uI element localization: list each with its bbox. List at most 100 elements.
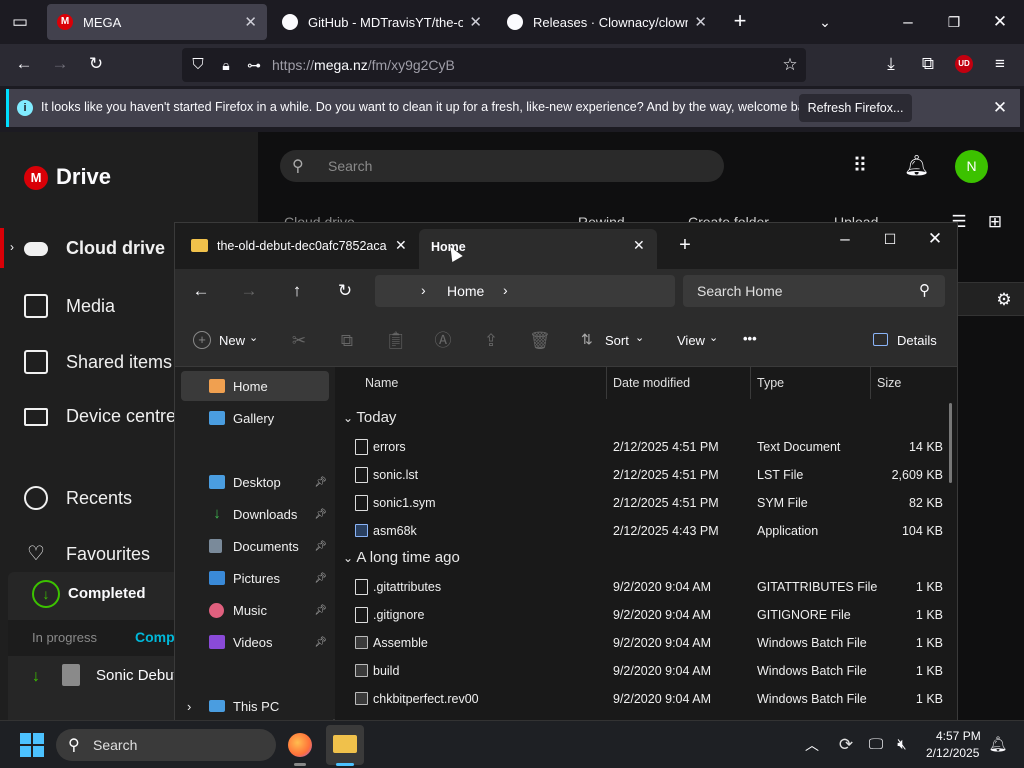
- chevron-down-icon[interactable]: ⌄: [343, 411, 356, 425]
- bookmark-star-icon[interactable]: ☆: [780, 55, 800, 75]
- nav-item-downloads[interactable]: ↓ Downloads 📌︎: [181, 499, 329, 529]
- new-button[interactable]: + New ⌄: [193, 331, 259, 353]
- notifications-bell-icon[interactable]: 🔔︎: [904, 156, 929, 176]
- reload-icon[interactable]: ↻: [86, 54, 106, 74]
- file-row[interactable]: errors 2/12/2025 4:51 PM Text Document 14 K…: [335, 433, 957, 461]
- file-row[interactable]: Assemble 9/2/2020 9:04 AM Windows Batch Fi…: [335, 629, 957, 657]
- browser-tab-mega[interactable]: M MEGA ✕: [47, 4, 267, 40]
- extensions-icon[interactable]: ⧉: [918, 54, 938, 74]
- nav-item-music[interactable]: Music 📌︎: [181, 595, 329, 625]
- column-settings-icon[interactable]: ⚙: [994, 290, 1014, 310]
- nav-item-pictures[interactable]: Pictures 📌︎: [181, 563, 329, 593]
- nav-item-home[interactable]: Home: [181, 371, 329, 401]
- mega-search-input[interactable]: ⚲ Search: [280, 150, 724, 182]
- sidebar-item-cloud-drive[interactable]: Cloud drive: [24, 238, 165, 259]
- tab-in-progress[interactable]: In progress: [32, 630, 97, 645]
- grid-view-icon[interactable]: ⊞: [984, 212, 1006, 232]
- nav-item-gallery[interactable]: Gallery: [181, 403, 329, 433]
- tab-completed[interactable]: Comp: [135, 629, 175, 645]
- explorer-tab-folder[interactable]: the-old-debut-dec0afc7852aca ✕: [187, 231, 415, 263]
- shield-icon[interactable]: ⛉: [188, 55, 208, 75]
- back-icon[interactable]: ←: [191, 281, 211, 301]
- group-header[interactable]: ⌄ A long time ago: [343, 549, 460, 566]
- file-row[interactable]: asm68k 2/12/2025 4:43 PM Application 104 KB: [335, 517, 957, 545]
- list-tabs-icon[interactable]: ⌄: [815, 12, 835, 32]
- close-tab-icon[interactable]: ✕: [469, 13, 482, 31]
- close-tab-icon[interactable]: ✕: [633, 237, 645, 254]
- sort-button[interactable]: ⇅ Sort ⌄: [581, 331, 647, 353]
- url-bar[interactable]: ⛉ 🔒︎ ⊶ https://mega.nz/fm/xy9g2CyB ☆: [182, 48, 806, 82]
- column-header-type[interactable]: Type: [749, 367, 871, 399]
- details-button[interactable]: Details: [873, 331, 939, 353]
- more-options-button[interactable]: •••: [743, 331, 757, 346]
- forward-icon[interactable]: →: [50, 54, 70, 74]
- pin-icon[interactable]: 📌︎: [314, 541, 327, 552]
- copy-icon[interactable]: ⧉: [337, 331, 357, 351]
- file-row[interactable]: sonic1.sym 2/12/2025 4:51 PM SYM File 82 KB: [335, 489, 957, 517]
- column-header-name[interactable]: Name: [357, 367, 607, 399]
- forward-icon[interactable]: →: [239, 281, 259, 301]
- nav-item-documents[interactable]: Documents 📌︎: [181, 531, 329, 561]
- permissions-icon[interactable]: ⊶: [244, 55, 264, 75]
- firefox-view-icon[interactable]: ▭: [10, 12, 30, 32]
- file-explorer-taskbar-icon[interactable]: [326, 725, 364, 765]
- refresh-icon[interactable]: ↻: [335, 281, 355, 301]
- new-tab-icon[interactable]: +: [730, 10, 750, 32]
- volume-muted-icon[interactable]: 🔇︎: [892, 735, 912, 755]
- firefox-taskbar-icon[interactable]: [288, 733, 312, 757]
- maximize-icon[interactable]: ❐: [944, 12, 964, 32]
- file-row[interactable]: .gitattributes 9/2/2020 9:04 AM GITATTRIBU…: [335, 573, 957, 601]
- maximize-icon[interactable]: ☐: [880, 229, 900, 249]
- chevron-down-icon[interactable]: ⌄: [343, 551, 356, 565]
- lock-icon[interactable]: 🔒︎: [216, 55, 236, 75]
- profile-extension-badge[interactable]: UD: [955, 55, 973, 73]
- nav-item-videos[interactable]: Videos 📌︎: [181, 627, 329, 657]
- sync-icon[interactable]: ⟳: [836, 735, 856, 755]
- start-windows-icon[interactable]: [20, 733, 44, 757]
- sidebar-item-media[interactable]: Media: [24, 294, 115, 318]
- explorer-search-input[interactable]: Search Home ⚲: [683, 275, 945, 307]
- minimize-icon[interactable]: –: [898, 12, 918, 32]
- pin-icon[interactable]: 📌︎: [314, 477, 327, 488]
- new-tab-icon[interactable]: +: [675, 235, 695, 255]
- minimize-icon[interactable]: –: [835, 229, 855, 249]
- file-row[interactable]: build 9/2/2020 9:04 AM Windows Batch File 1…: [335, 657, 957, 685]
- paste-icon[interactable]: 📋︎: [385, 331, 407, 351]
- menu-icon[interactable]: ≡: [990, 54, 1010, 74]
- notification-bell-icon[interactable]: 🔔︎: [988, 735, 1008, 755]
- cut-icon[interactable]: ✂: [289, 331, 309, 351]
- back-icon[interactable]: ←: [14, 54, 34, 74]
- share-icon[interactable]: ⇪: [481, 331, 501, 351]
- close-window-icon[interactable]: ✕: [990, 12, 1010, 32]
- close-tab-icon[interactable]: ✕: [694, 13, 707, 31]
- browser-tab-releases[interactable]: Releases · Clownacy/clownasse ✕: [497, 4, 717, 40]
- apps-grid-icon[interactable]: ⠿: [848, 156, 872, 176]
- file-row[interactable]: sonic.lst 2/12/2025 4:51 PM LST File 2,609 …: [335, 461, 957, 489]
- up-icon[interactable]: ↑: [287, 281, 307, 301]
- column-header-date[interactable]: Date modified: [605, 367, 751, 399]
- delete-icon[interactable]: 🗑︎: [529, 331, 551, 351]
- browser-tab-github[interactable]: GitHub - MDTravisYT/the-old-d ✕: [272, 4, 492, 40]
- taskbar-search[interactable]: ⚲ Search: [56, 729, 276, 761]
- expand-chevron-icon[interactable]: ›: [10, 240, 14, 254]
- refresh-firefox-button[interactable]: Refresh Firefox...: [799, 94, 912, 122]
- url-text[interactable]: https://mega.nz/fm/xy9g2CyB: [272, 57, 455, 73]
- pin-icon[interactable]: 📌︎: [314, 605, 327, 616]
- close-tab-icon[interactable]: ✕: [395, 237, 407, 254]
- file-row[interactable]: chkbitperfect.rev00 9/2/2020 9:04 AM Windo…: [335, 685, 957, 713]
- pin-icon[interactable]: 📌︎: [314, 637, 327, 648]
- sidebar-item-shared-items[interactable]: Shared items: [24, 350, 172, 374]
- view-button[interactable]: View ⌄: [677, 331, 733, 353]
- sidebar-item-recents[interactable]: Recents: [24, 486, 132, 510]
- pin-icon[interactable]: 📌︎: [314, 573, 327, 584]
- pin-icon[interactable]: 📌︎: [314, 509, 327, 520]
- group-header[interactable]: ⌄ Today: [343, 409, 396, 426]
- network-icon[interactable]: 🖵︎: [866, 735, 886, 755]
- column-header-size[interactable]: Size: [869, 367, 949, 399]
- chevron-up-icon[interactable]: ︿: [802, 735, 822, 755]
- nav-item-desktop[interactable]: Desktop 📌︎: [181, 467, 329, 497]
- downloads-icon[interactable]: ⤓: [881, 54, 901, 74]
- nav-item-this-pc[interactable]: › This PC: [181, 691, 329, 721]
- close-notification-icon[interactable]: ✕: [990, 98, 1010, 118]
- close-tab-icon[interactable]: ✕: [244, 13, 257, 31]
